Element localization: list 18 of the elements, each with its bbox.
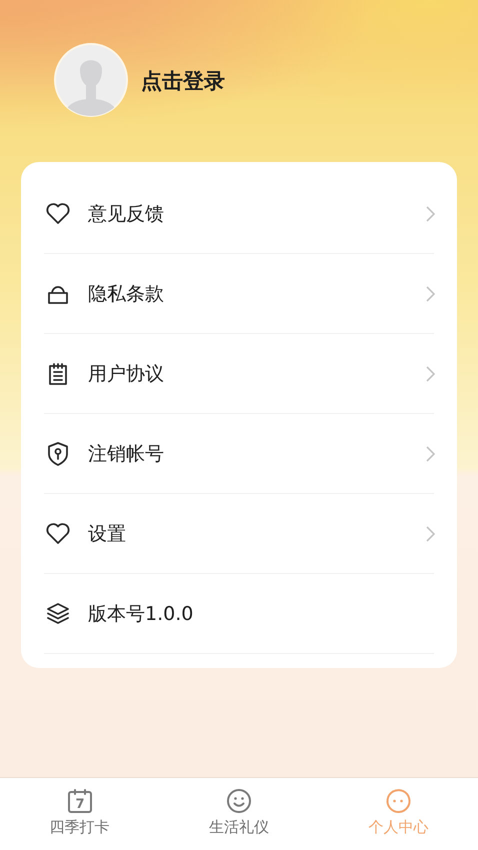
menu-item[interactable]: 注销帐号 (44, 414, 434, 494)
tab[interactable]: 生活礼仪 (159, 778, 319, 850)
menu-item[interactable]: 设置 (44, 494, 434, 574)
menu-label: 版本号1.0.0 (88, 602, 194, 626)
menu-item[interactable]: 用户协议 (44, 334, 434, 414)
menu-label: 设置 (88, 522, 127, 546)
login-link[interactable]: 点击登录 (141, 67, 225, 95)
menu-label: 意见反馈 (88, 202, 165, 226)
menu-label: 用户协议 (88, 362, 165, 386)
face-icon (384, 787, 412, 815)
menu-item[interactable]: 隐私条款 (44, 254, 434, 334)
smiley-icon (224, 787, 253, 815)
menu-item[interactable]: 意见反馈 (44, 174, 434, 254)
avatar-icon[interactable] (53, 42, 129, 118)
menu-item[interactable]: 版本号1.0.0 (44, 574, 434, 654)
tab[interactable]: 7 四季打卡 (0, 778, 160, 850)
menu-label: 注销帐号 (88, 442, 165, 466)
menu-label: 隐私条款 (88, 282, 165, 306)
